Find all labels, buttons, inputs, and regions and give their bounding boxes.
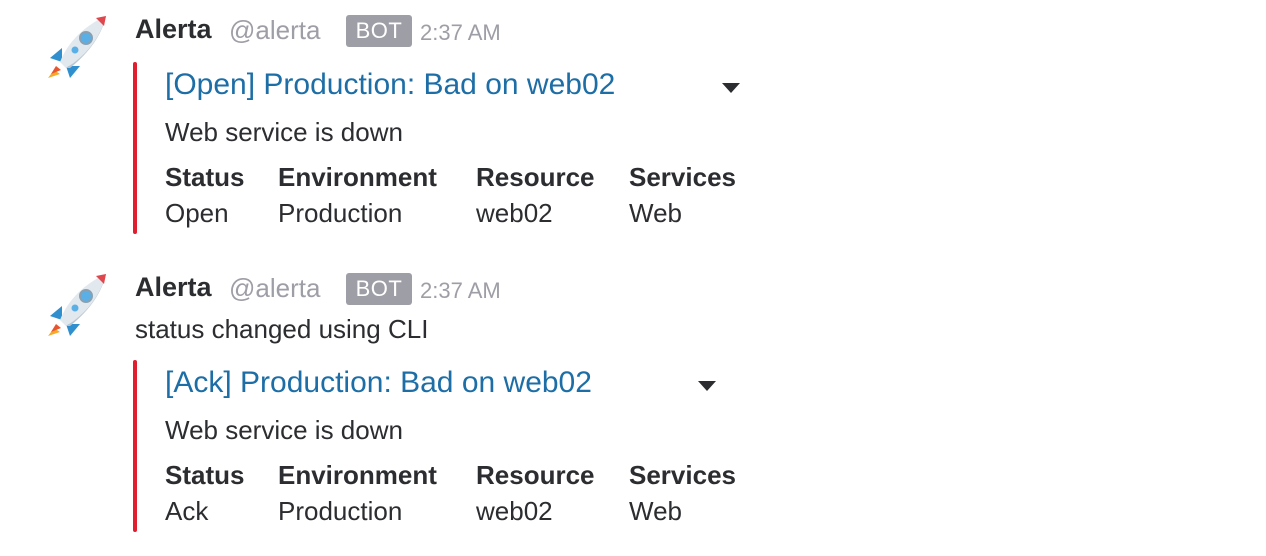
field-value: web02 bbox=[476, 496, 553, 526]
user-handle: @alerta bbox=[229, 273, 321, 303]
field-title: Services bbox=[629, 162, 736, 192]
field-title: Status bbox=[165, 162, 245, 192]
field-title: Status bbox=[165, 460, 245, 490]
chevron-down-icon[interactable] bbox=[722, 83, 740, 93]
user-handle: @alerta bbox=[229, 15, 321, 45]
timestamp[interactable]: 2:37 AM bbox=[420, 20, 501, 46]
attachment-title-link[interactable]: [Ack] Production: Bad on web02 bbox=[165, 366, 592, 400]
chevron-down-icon[interactable] bbox=[698, 381, 716, 391]
rocket-icon bbox=[48, 16, 106, 78]
field-status: Status Ack bbox=[165, 458, 244, 530]
bot-badge: BOT bbox=[346, 15, 412, 47]
field-value: Ack bbox=[165, 496, 209, 526]
message-text: status changed using CLI bbox=[135, 314, 429, 344]
field-environment: Environment Production bbox=[278, 458, 437, 530]
field-title: Environment bbox=[278, 162, 437, 192]
attachment-text: Web service is down bbox=[165, 415, 403, 445]
alert-attachment: [Ack] Production: Bad on web02 Web servi… bbox=[133, 360, 833, 532]
username[interactable]: Alerta bbox=[135, 14, 212, 45]
field-value: Open bbox=[165, 198, 229, 228]
field-title: Environment bbox=[278, 460, 437, 490]
avatar[interactable] bbox=[40, 270, 116, 340]
field-value: Web bbox=[629, 496, 682, 526]
field-value: Production bbox=[278, 198, 403, 228]
attachment-color-bar bbox=[133, 360, 137, 532]
avatar[interactable] bbox=[40, 12, 116, 82]
field-value: web02 bbox=[476, 198, 553, 228]
field-title: Resource bbox=[476, 162, 595, 192]
field-resource: Resource web02 bbox=[476, 458, 595, 530]
field-resource: Resource web02 bbox=[476, 160, 595, 232]
attachment-title-link[interactable]: [Open] Production: Bad on web02 bbox=[165, 68, 615, 102]
field-services: Services Web bbox=[629, 458, 736, 530]
username[interactable]: Alerta bbox=[135, 272, 212, 303]
field-value: Web bbox=[629, 198, 682, 228]
field-status: Status Open bbox=[165, 160, 244, 232]
alert-attachment: [Open] Production: Bad on web02 Web serv… bbox=[133, 62, 833, 234]
attachment-text: Web service is down bbox=[165, 117, 403, 147]
field-title: Services bbox=[629, 460, 736, 490]
timestamp[interactable]: 2:37 AM bbox=[420, 278, 501, 304]
field-services: Services Web bbox=[629, 160, 736, 232]
field-title: Resource bbox=[476, 460, 595, 490]
attachment-color-bar bbox=[133, 62, 137, 234]
field-environment: Environment Production bbox=[278, 160, 437, 232]
rocket-icon bbox=[48, 274, 106, 336]
field-value: Production bbox=[278, 496, 403, 526]
bot-badge: BOT bbox=[346, 273, 412, 305]
